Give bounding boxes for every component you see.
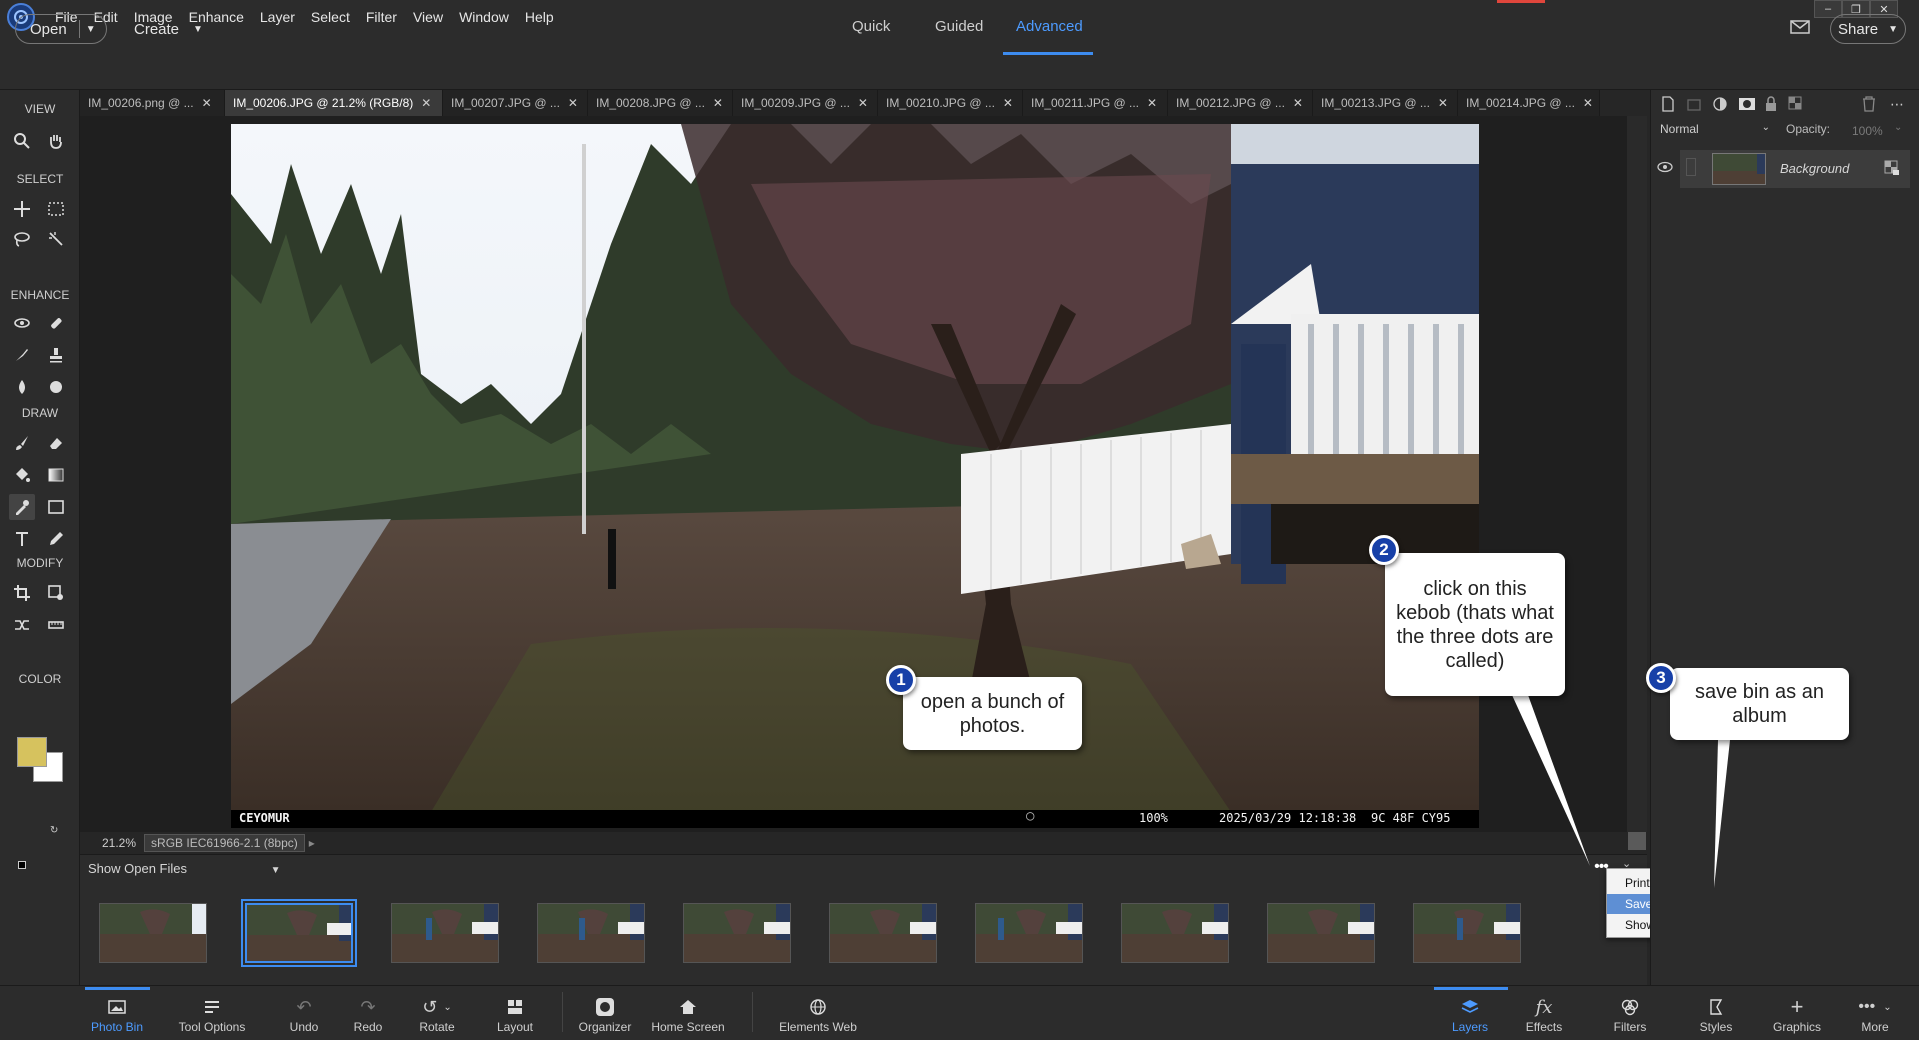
callout-3-text: save bin as an album [1695, 681, 1824, 727]
callout-2-badge: 2 [1369, 535, 1399, 565]
callout-pointers [1512, 695, 1730, 888]
callout-1-text: open a bunch of photos. [920, 690, 1065, 737]
callout-3-badge: 3 [1646, 663, 1676, 693]
callout-1-badge: 1 [886, 665, 916, 695]
callout-2-text: click on this kebob (thats what the thre… [1396, 577, 1554, 672]
callout-2: click on this kebob (thats what the thre… [1385, 553, 1565, 696]
callout-1: open a bunch of photos. [903, 677, 1082, 750]
callout-3: save bin as an album [1670, 668, 1849, 740]
